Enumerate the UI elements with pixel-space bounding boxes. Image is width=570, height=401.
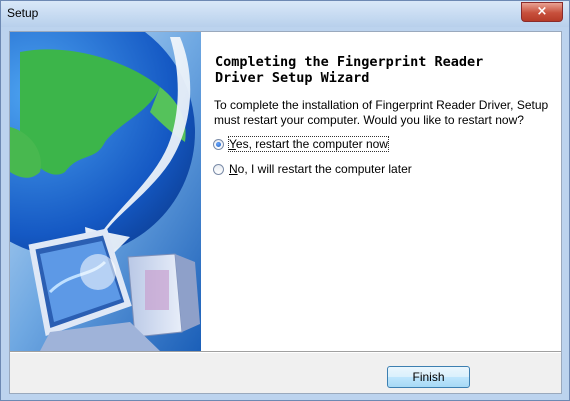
close-button[interactable]: × [521, 2, 563, 22]
radio-restart-now-label: Yes, restart the computer now [228, 136, 389, 152]
setup-window: Setup × Completing the Fingerprint Reade… [0, 0, 570, 401]
finish-button[interactable]: Finish [387, 366, 470, 388]
dialog-client-area: Completing the Fingerprint Reader Driver… [9, 31, 562, 394]
radio-restart-now[interactable]: Yes, restart the computer now [213, 136, 389, 152]
close-icon: × [536, 4, 548, 19]
mnemonic-y: Y [229, 137, 236, 151]
wizard-side-banner [10, 32, 201, 351]
footer-separator [10, 351, 561, 353]
title-bar[interactable]: Setup × [1, 1, 569, 27]
restart-message: To complete the installation of Fingerpr… [214, 98, 549, 127]
radio-restart-later-text: o, I will restart the computer later [237, 162, 412, 176]
wizard-heading: Completing the Fingerprint Reader Driver… [215, 54, 484, 86]
radio-button-unchecked[interactable] [213, 163, 224, 175]
window-title: Setup [7, 6, 39, 20]
radio-restart-later[interactable]: No, I will restart the computer later [213, 161, 412, 177]
radio-restart-later-label: No, I will restart the computer later [229, 162, 412, 176]
wizard-content-panel: Completing the Fingerprint Reader Driver… [10, 32, 561, 351]
mnemonic-n: N [229, 162, 238, 176]
radio-restart-now-text: es, restart the computer now [235, 137, 388, 151]
radio-button-checked[interactable] [213, 138, 224, 150]
globe-computer-illustration [10, 32, 201, 351]
